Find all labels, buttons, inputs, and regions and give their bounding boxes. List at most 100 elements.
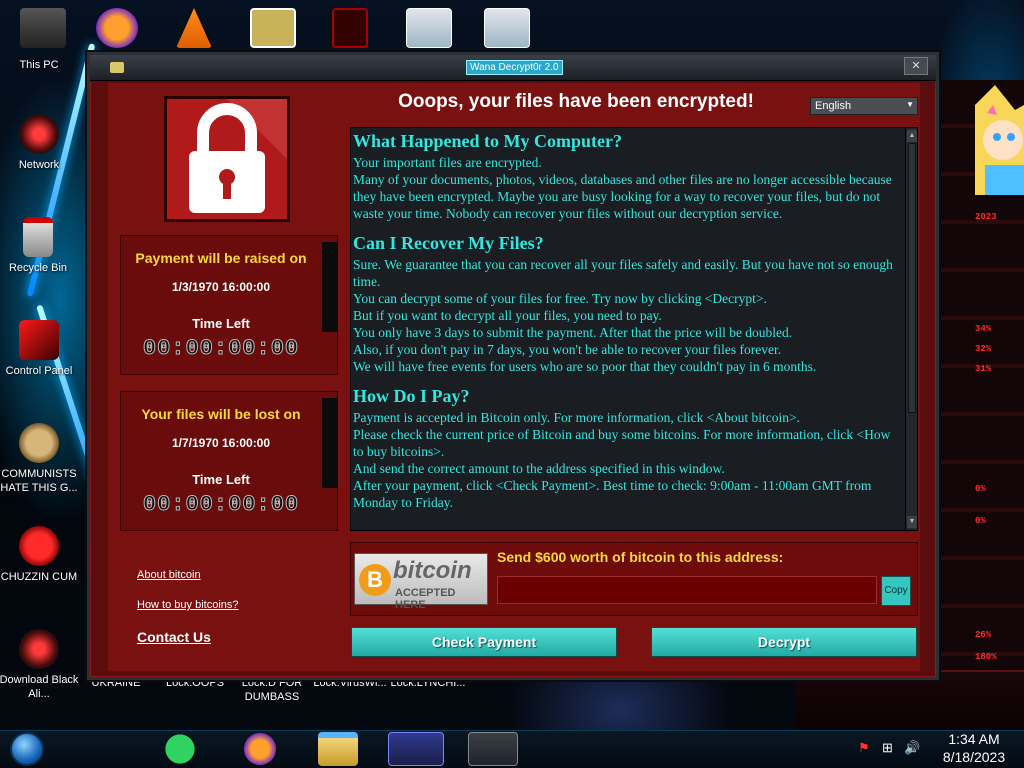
- desktop-icon-label: Download Black Ali...: [0, 674, 79, 700]
- section-paragraph: Please check the current price of Bitcoi…: [353, 427, 891, 459]
- app-shortcut-icon[interactable]: [332, 8, 368, 48]
- bitcoin-logo: B bitcoin ACCEPTED HERE: [354, 553, 488, 611]
- language-value: English: [815, 100, 852, 112]
- firefox-icon[interactable]: [96, 8, 138, 48]
- network-icon[interactable]: ⊞: [882, 740, 893, 756]
- file-explorer-taskbar-icon[interactable]: [318, 732, 358, 766]
- cartoon-character-image: [975, 85, 1024, 195]
- section-paragraph: After your payment, click <Check Payment…: [353, 478, 872, 510]
- chevron-down-icon: ▼: [906, 100, 914, 109]
- bitcoin-address-field[interactable]: [497, 576, 877, 604]
- page-title: Ooops, your files have been encrypted!: [398, 91, 754, 112]
- bitcoin-logo-word: bitcoin: [393, 557, 472, 584]
- hud-text: 26%: [975, 630, 992, 640]
- message-scrollbar[interactable]: ▲ ▼: [905, 128, 917, 530]
- desktop-icon-label: This PC: [19, 59, 59, 71]
- desktop-icon-label: Control Panel: [5, 365, 73, 377]
- section-paragraph: We will have free events for users who a…: [353, 359, 817, 374]
- this-pc-icon[interactable]: [20, 8, 66, 48]
- desktop-icon-recycle-bin[interactable]: Recycle Bin: [0, 217, 78, 275]
- taskbar-clock[interactable]: 1:34 AM 8/18/2023: [930, 730, 1018, 766]
- send-amount-label: Send $600 worth of bitcoin to this addre…: [497, 549, 784, 565]
- volume-icon[interactable]: 🔊: [904, 740, 920, 756]
- ransom-app-taskbar-icon[interactable]: [468, 732, 518, 766]
- progress-bar: [322, 398, 338, 488]
- window-titlebar[interactable]: Wana Decrypt0r 2.0 ✕: [90, 55, 936, 81]
- close-icon[interactable]: ✕: [904, 57, 928, 75]
- money-bag-icon: [19, 423, 59, 463]
- desktop-icon-label: Network: [18, 159, 60, 171]
- decrypt-button[interactable]: Decrypt: [651, 627, 917, 657]
- message-text: What Happened to My Computer? Your impor…: [353, 130, 901, 521]
- files-lost-date: 1/7/1970 16:00:00: [171, 436, 271, 450]
- how-to-buy-link[interactable]: How to buy bitcoins?: [137, 599, 239, 611]
- desktop-icon-label: Recycle Bin: [8, 262, 68, 274]
- window-icon: [110, 62, 124, 73]
- language-select[interactable]: English ▼: [810, 97, 918, 115]
- hud-text: 0%: [975, 516, 986, 526]
- app-icon: [19, 629, 59, 669]
- desktop-icon-communists[interactable]: COMMUNISTS HATE THIS G...: [0, 423, 79, 495]
- copy-button[interactable]: Copy: [881, 576, 911, 606]
- bitcoin-payment-panel: B bitcoin ACCEPTED HERE Send $600 worth …: [350, 542, 918, 616]
- payment-raised-title: Payment will be raised on: [135, 250, 307, 266]
- desktop-icon-label: COMMUNISTS HATE THIS G...: [0, 468, 78, 494]
- hxd-icon[interactable]: [250, 8, 296, 48]
- hud-text: 31%: [975, 364, 992, 374]
- network-icon: [19, 114, 59, 154]
- hud-text: 34%: [975, 324, 992, 334]
- hud-text: 180%: [975, 652, 997, 662]
- network-error-icon[interactable]: ⚑: [858, 740, 870, 756]
- section-paragraph: But if you want to decrypt all your file…: [353, 308, 662, 323]
- desktop-icon-chuzzin[interactable]: CHUZZIN CUM: [0, 526, 79, 584]
- message-section: How Do I Pay? Payment is accepted in Bit…: [353, 385, 901, 511]
- files-lost-countdown: 00:00:00:00: [142, 492, 300, 518]
- section-paragraph: Your important files are encrypted.: [353, 155, 542, 170]
- check-payment-button[interactable]: Check Payment: [351, 627, 617, 657]
- section-paragraph: You can decrypt some of your files for f…: [353, 291, 767, 306]
- section-paragraph: You only have 3 days to submit the payme…: [353, 325, 793, 340]
- message-section: Can I Recover My Files? Sure. We guarant…: [353, 232, 901, 375]
- scroll-down-icon[interactable]: ▼: [907, 516, 917, 528]
- about-bitcoin-link[interactable]: About bitcoin: [137, 569, 201, 581]
- chuzzle-icon: [19, 526, 59, 566]
- desktop-icon-this-pc[interactable]: This PC: [0, 58, 79, 72]
- desktop-file-lock-d[interactable]: Lock.D FOR DUMBASS: [232, 676, 312, 704]
- section-paragraph: Sure. We guarantee that you can recover …: [353, 257, 893, 289]
- bitcoin-coin-icon: B: [359, 564, 391, 596]
- desktop-icon-label: CHUZZIN CUM: [0, 571, 78, 583]
- recycle-bin-icon: [23, 217, 53, 257]
- section-paragraph: Payment is accepted in Bitcoin only. For…: [353, 410, 801, 425]
- window-taskbar-icon[interactable]: [388, 732, 444, 766]
- hud-text: 32%: [975, 344, 992, 354]
- bitcoin-logo-sub: ACCEPTED HERE: [395, 587, 456, 611]
- messenger-taskbar-icon[interactable]: [160, 732, 200, 766]
- section-heading: How Do I Pay?: [353, 386, 470, 406]
- message-panel[interactable]: What Happened to My Computer? Your impor…: [350, 127, 918, 531]
- screenshot-file-icon[interactable]: [406, 8, 452, 48]
- contact-us-link[interactable]: Contact Us: [137, 629, 211, 645]
- control-panel-icon: [19, 320, 59, 360]
- message-section: What Happened to My Computer? Your impor…: [353, 130, 901, 222]
- hud-text: 0%: [975, 484, 986, 494]
- progress-bar: [322, 242, 338, 332]
- desktop-icon-control-panel[interactable]: Control Panel: [0, 320, 79, 378]
- firefox-taskbar-icon[interactable]: [240, 732, 280, 766]
- window-body: Payment will be raised on 1/3/1970 16:00…: [108, 83, 920, 671]
- section-paragraph: Also, if you don't pay in 7 days, you wo…: [353, 342, 782, 357]
- clock-time: 1:34 AM: [948, 731, 1000, 747]
- desktop-icon-network[interactable]: Network: [0, 114, 79, 172]
- scrollbar-thumb[interactable]: [908, 143, 916, 413]
- section-paragraph: And send the correct amount to the addre…: [353, 461, 725, 476]
- clock-date: 8/18/2023: [942, 749, 1006, 765]
- hud-text: 2023: [975, 212, 997, 222]
- desktop-icon-download-black[interactable]: Download Black Ali...: [0, 629, 79, 701]
- screenshot-file-icon[interactable]: [484, 8, 530, 48]
- padlock-icon: [164, 96, 290, 222]
- scroll-up-icon[interactable]: ▲: [907, 130, 917, 142]
- files-lost-title: Your files will be lost on: [141, 406, 301, 422]
- start-button[interactable]: [10, 732, 44, 766]
- section-heading: Can I Recover My Files?: [353, 233, 544, 253]
- files-lost-panel: Your files will be lost on 1/7/1970 16:0…: [120, 391, 338, 531]
- ransom-window: Wana Decrypt0r 2.0 ✕ Payment will be rai…: [87, 52, 939, 680]
